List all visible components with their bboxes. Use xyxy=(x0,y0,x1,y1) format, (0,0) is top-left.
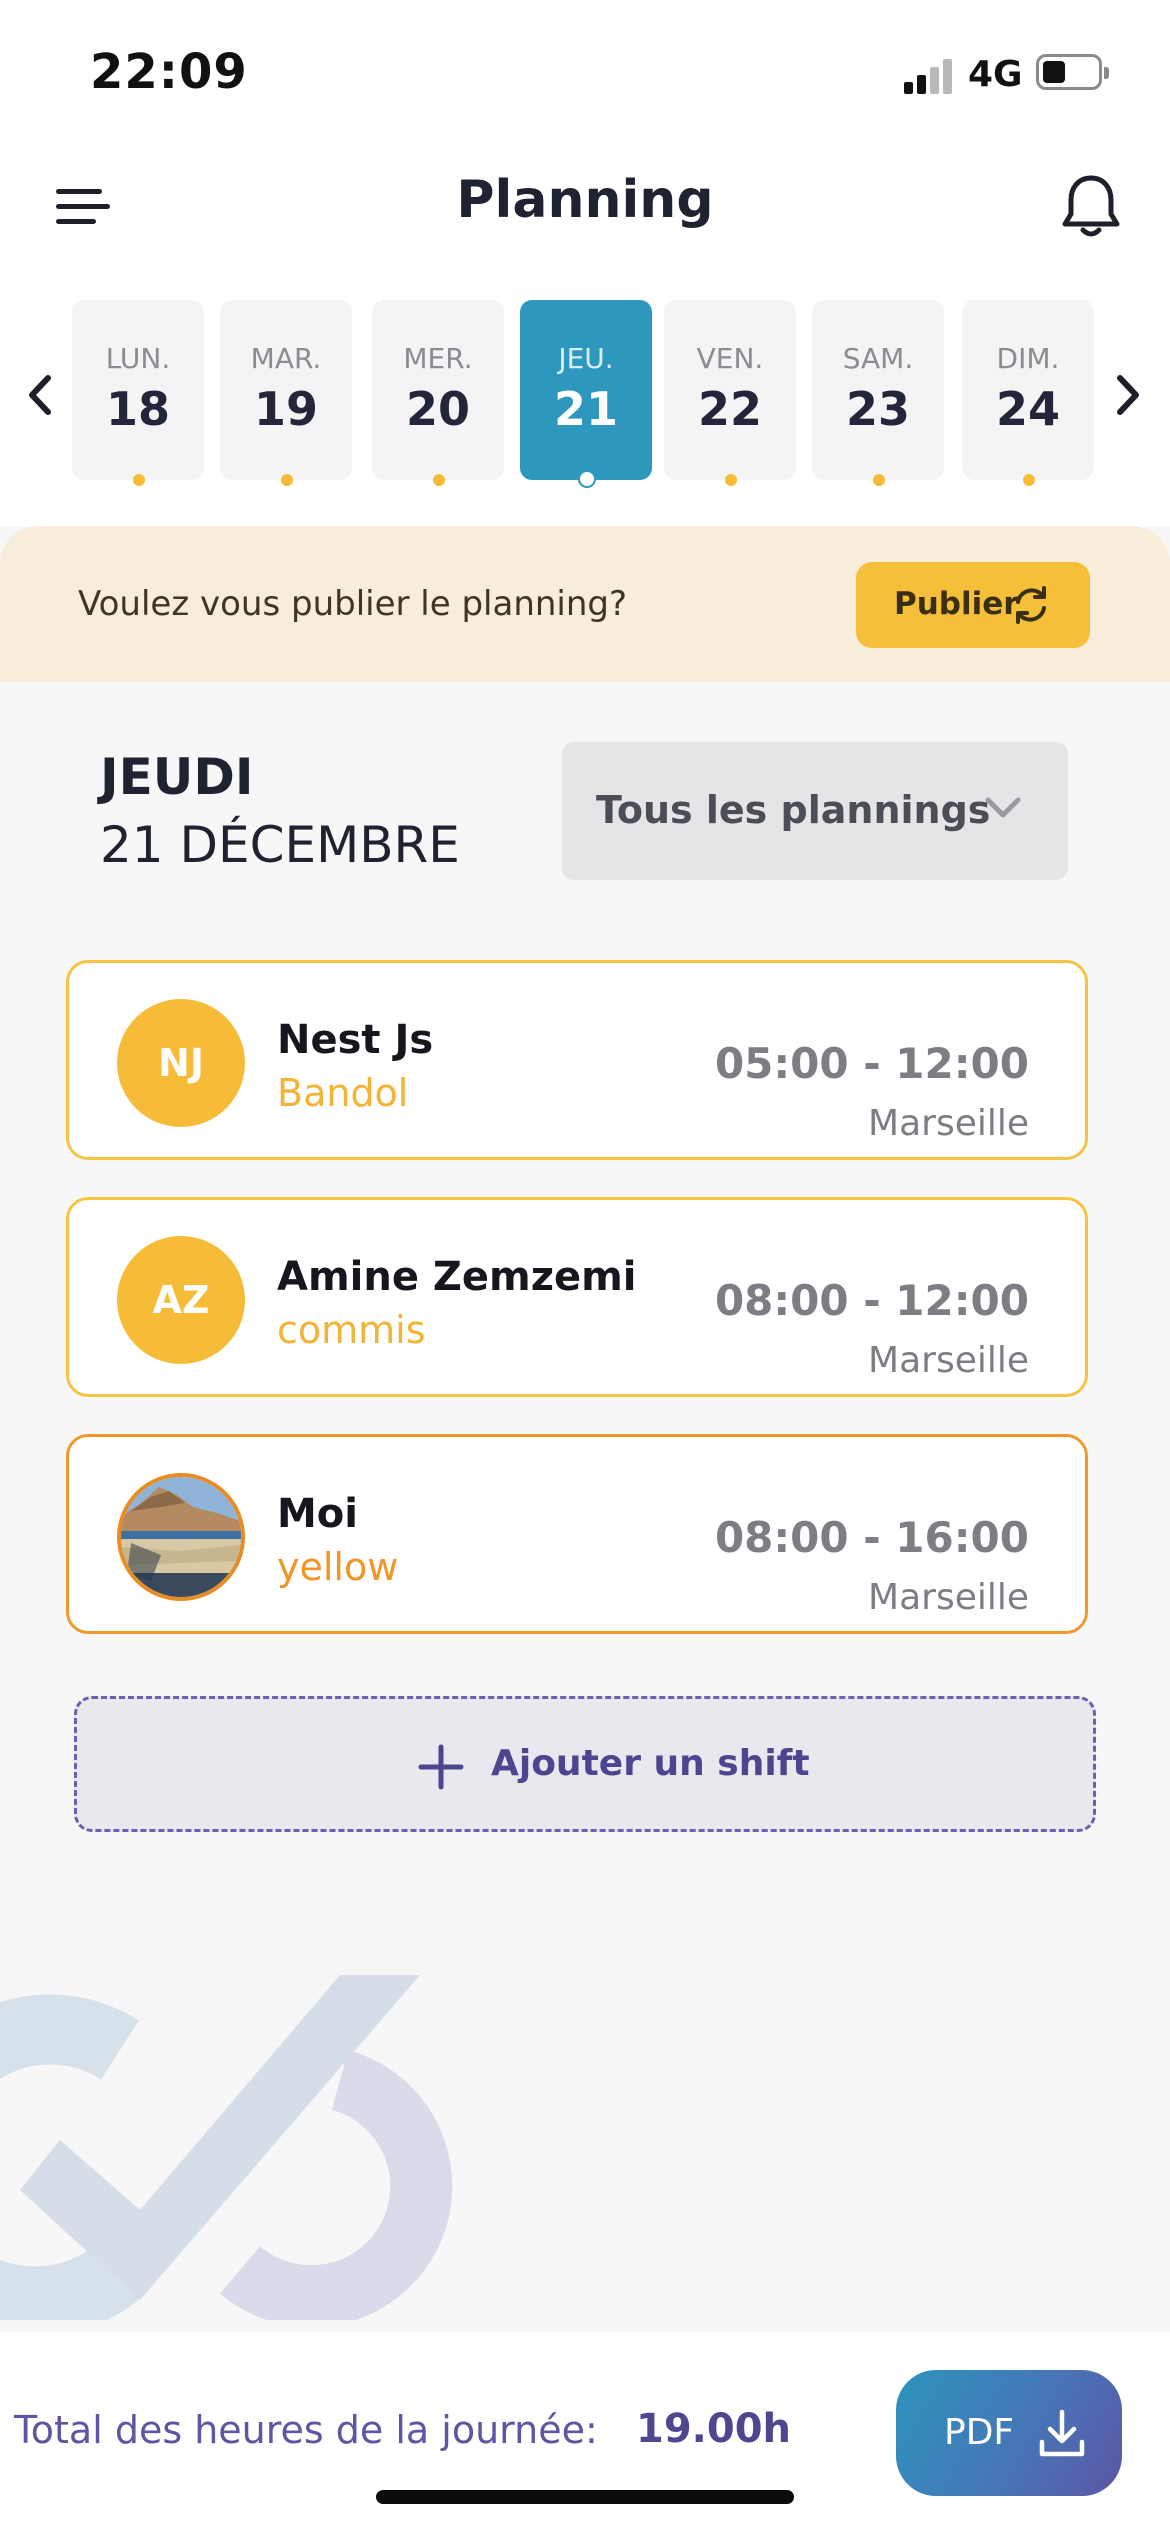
plus-icon xyxy=(418,1744,464,1790)
employee-name: Amine Zemzemi xyxy=(277,1254,637,1300)
download-icon xyxy=(1039,2409,1085,2457)
employee-role: commis xyxy=(277,1308,426,1352)
employee-role: Bandol xyxy=(277,1071,409,1115)
publish-prompt: Voulez vous publier le planning? xyxy=(78,584,628,624)
event-dot xyxy=(433,474,445,486)
shift-hours: 08:00 - 12:00 xyxy=(714,1276,1029,1325)
shift-card[interactable]: NJ Nest Js Bandol 05:00 - 12:00 Marseill… xyxy=(66,960,1088,1160)
selected-weekday: JEUDI xyxy=(100,748,254,806)
home-indicator xyxy=(376,2490,794,2504)
shift-location: Marseille xyxy=(868,1103,1029,1144)
employee-name: Nest Js xyxy=(277,1017,434,1063)
event-dot xyxy=(1023,474,1035,486)
battery-icon xyxy=(1036,54,1109,90)
network-type: 4G xyxy=(968,54,1023,95)
bell-icon[interactable] xyxy=(1058,172,1124,242)
planning-filter-dropdown[interactable]: Tous les plannings xyxy=(562,742,1068,880)
total-hours-value: 19.00h xyxy=(636,2406,791,2452)
avatar-photo xyxy=(117,1473,245,1601)
event-dot xyxy=(725,474,737,486)
day-tuesday[interactable]: MAR. 19 xyxy=(220,300,352,486)
day-monday[interactable]: LUN. 18 xyxy=(72,300,204,486)
day-friday[interactable]: VEN. 22 xyxy=(664,300,796,486)
signal-icon xyxy=(904,58,952,94)
shift-card[interactable]: AZ Amine Zemzemi commis 08:00 - 12:00 Ma… xyxy=(66,1197,1088,1397)
event-dot xyxy=(281,474,293,486)
page-title: Planning xyxy=(456,170,714,230)
event-dot xyxy=(133,474,145,486)
avatar: NJ xyxy=(117,999,245,1127)
day-saturday[interactable]: SAM. 23 xyxy=(812,300,944,486)
shift-location: Marseille xyxy=(868,1577,1029,1618)
day-wednesday[interactable]: MER. 20 xyxy=(372,300,504,486)
publish-button[interactable]: Publier xyxy=(856,562,1090,648)
event-dot xyxy=(873,474,885,486)
shift-hours: 08:00 - 16:00 xyxy=(714,1513,1029,1562)
total-hours-label: Total des heures de la journée: xyxy=(14,2408,598,2452)
chevron-left-icon[interactable] xyxy=(20,370,60,420)
day-sunday[interactable]: DIM. 24 xyxy=(962,300,1094,486)
employee-name: Moi xyxy=(277,1491,358,1537)
refresh-icon xyxy=(1016,586,1046,624)
add-shift-button[interactable]: Ajouter un shift xyxy=(74,1696,1096,1832)
event-dot xyxy=(578,470,596,488)
chevron-right-icon[interactable] xyxy=(1108,370,1148,420)
status-time: 22:09 xyxy=(90,44,248,100)
chevron-down-icon xyxy=(985,797,1021,818)
selected-date: 21 DÉCEMBRE xyxy=(100,816,460,874)
avatar: AZ xyxy=(117,1236,245,1364)
employee-role: yellow xyxy=(277,1545,399,1589)
day-thursday-selected[interactable]: JEU. 21 xyxy=(520,300,652,488)
shift-location: Marseille xyxy=(868,1340,1029,1381)
watermark-logo xyxy=(0,1940,520,2337)
shift-hours: 05:00 - 12:00 xyxy=(714,1039,1029,1088)
pdf-export-button[interactable]: PDF xyxy=(896,2370,1122,2496)
shift-card-me[interactable]: Moi yellow 08:00 - 16:00 Marseille xyxy=(66,1434,1088,1634)
